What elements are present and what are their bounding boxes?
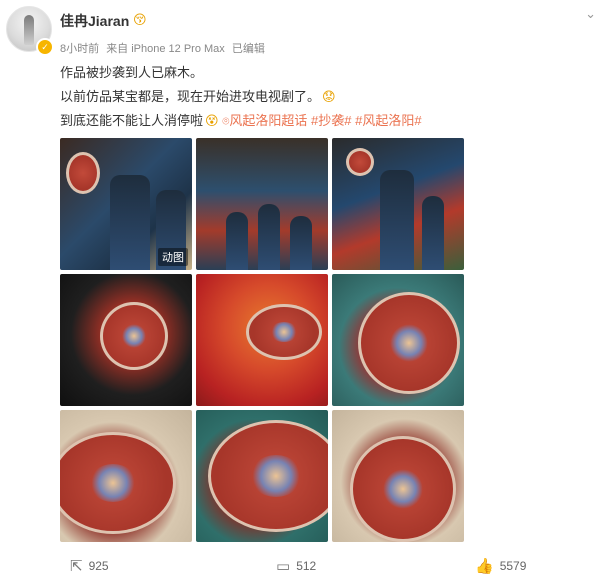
embroidery-motif [89,463,137,503]
post-text-line1: 作品被抄袭到人已麻木。 [60,65,204,80]
thumbs-up-icon: 👍 [475,558,494,575]
post-image-5[interactable] [196,274,328,406]
costumed-figure [380,170,414,270]
image-grid: 动图 [60,138,464,542]
chevron-down-icon[interactable]: ⌄ [585,6,596,22]
post-text-line2: 以前仿品某宝都是，现在开始进攻电视剧了。 😟 [60,86,336,105]
like-button[interactable]: 👍 5579 [475,557,526,575]
post-image-2[interactable] [196,138,328,270]
post-text-line3-text: 到底还能不能让人消停啦 [60,113,204,128]
round-fan [358,292,460,394]
round-fan [208,420,328,532]
round-fan [100,302,168,370]
embroidery-motif [270,322,298,342]
costumed-figure [258,204,280,270]
gif-badge: 动图 [158,248,188,266]
avatar-figure [24,15,34,45]
embroidery-motif [250,454,302,498]
costumed-figure [110,175,150,270]
round-fan [350,436,456,542]
share-icon: ⇱ [70,558,83,575]
embroidery-motif [383,469,423,509]
post-image-9[interactable] [332,410,464,542]
post-meta: 8小时前 来自 iPhone 12 Pro Max 已编辑 [60,40,269,56]
post-text-line2-text: 以前仿品某宝都是，现在开始进攻电视剧了。 [60,89,321,104]
post-actions: ⇱ 925 ▭ 512 👍 5579 [0,557,606,579]
post-image-4[interactable] [60,274,192,406]
post-image-6[interactable] [332,274,464,406]
worried-emoji-icon: 😟 [322,89,336,104]
smiley-emoji-icon: 😚 [133,12,147,27]
post-image-7[interactable] [60,410,192,542]
costumed-figure [290,216,312,270]
tag-fengqi-luoyang[interactable]: #风起洛阳# [355,113,421,128]
post-image-8[interactable] [196,410,328,542]
post-image-3[interactable] [332,138,464,270]
repost-count: 925 [88,559,109,573]
round-fan [60,432,176,534]
costumed-figure [422,196,444,270]
tag-plagiarism[interactable]: #抄袭# [311,113,351,128]
tag-super-topic[interactable]: 风起洛阳超话 [229,113,307,128]
post-text-line3: 到底还能不能让人消停啦 😵 ⌾风起洛阳超话 #抄袭# #风起洛阳# [60,110,422,129]
comment-count: 512 [296,559,317,573]
dizzy-emoji-icon: 😵 [205,113,219,128]
embroidery-motif [389,323,429,363]
post-source: 来自 iPhone 12 Pro Max [106,43,225,55]
fan-prop [66,152,100,194]
embroidery-motif [121,323,147,349]
costumed-figure [226,212,248,270]
repost-button[interactable]: ⇱ 925 [70,557,109,575]
comment-button[interactable]: ▭ 512 [276,557,316,575]
edited-label[interactable]: 已编辑 [232,43,265,55]
fan-prop [346,148,374,176]
v-badge-icon: ✓ [36,38,54,56]
post-image-1[interactable]: 动图 [60,138,192,270]
username[interactable]: 佳冉Jiaran [60,11,129,31]
comment-icon: ▭ [276,558,291,575]
like-count: 5579 [499,559,527,573]
post-time[interactable]: 8小时前 [60,43,99,55]
round-fan [246,304,322,360]
